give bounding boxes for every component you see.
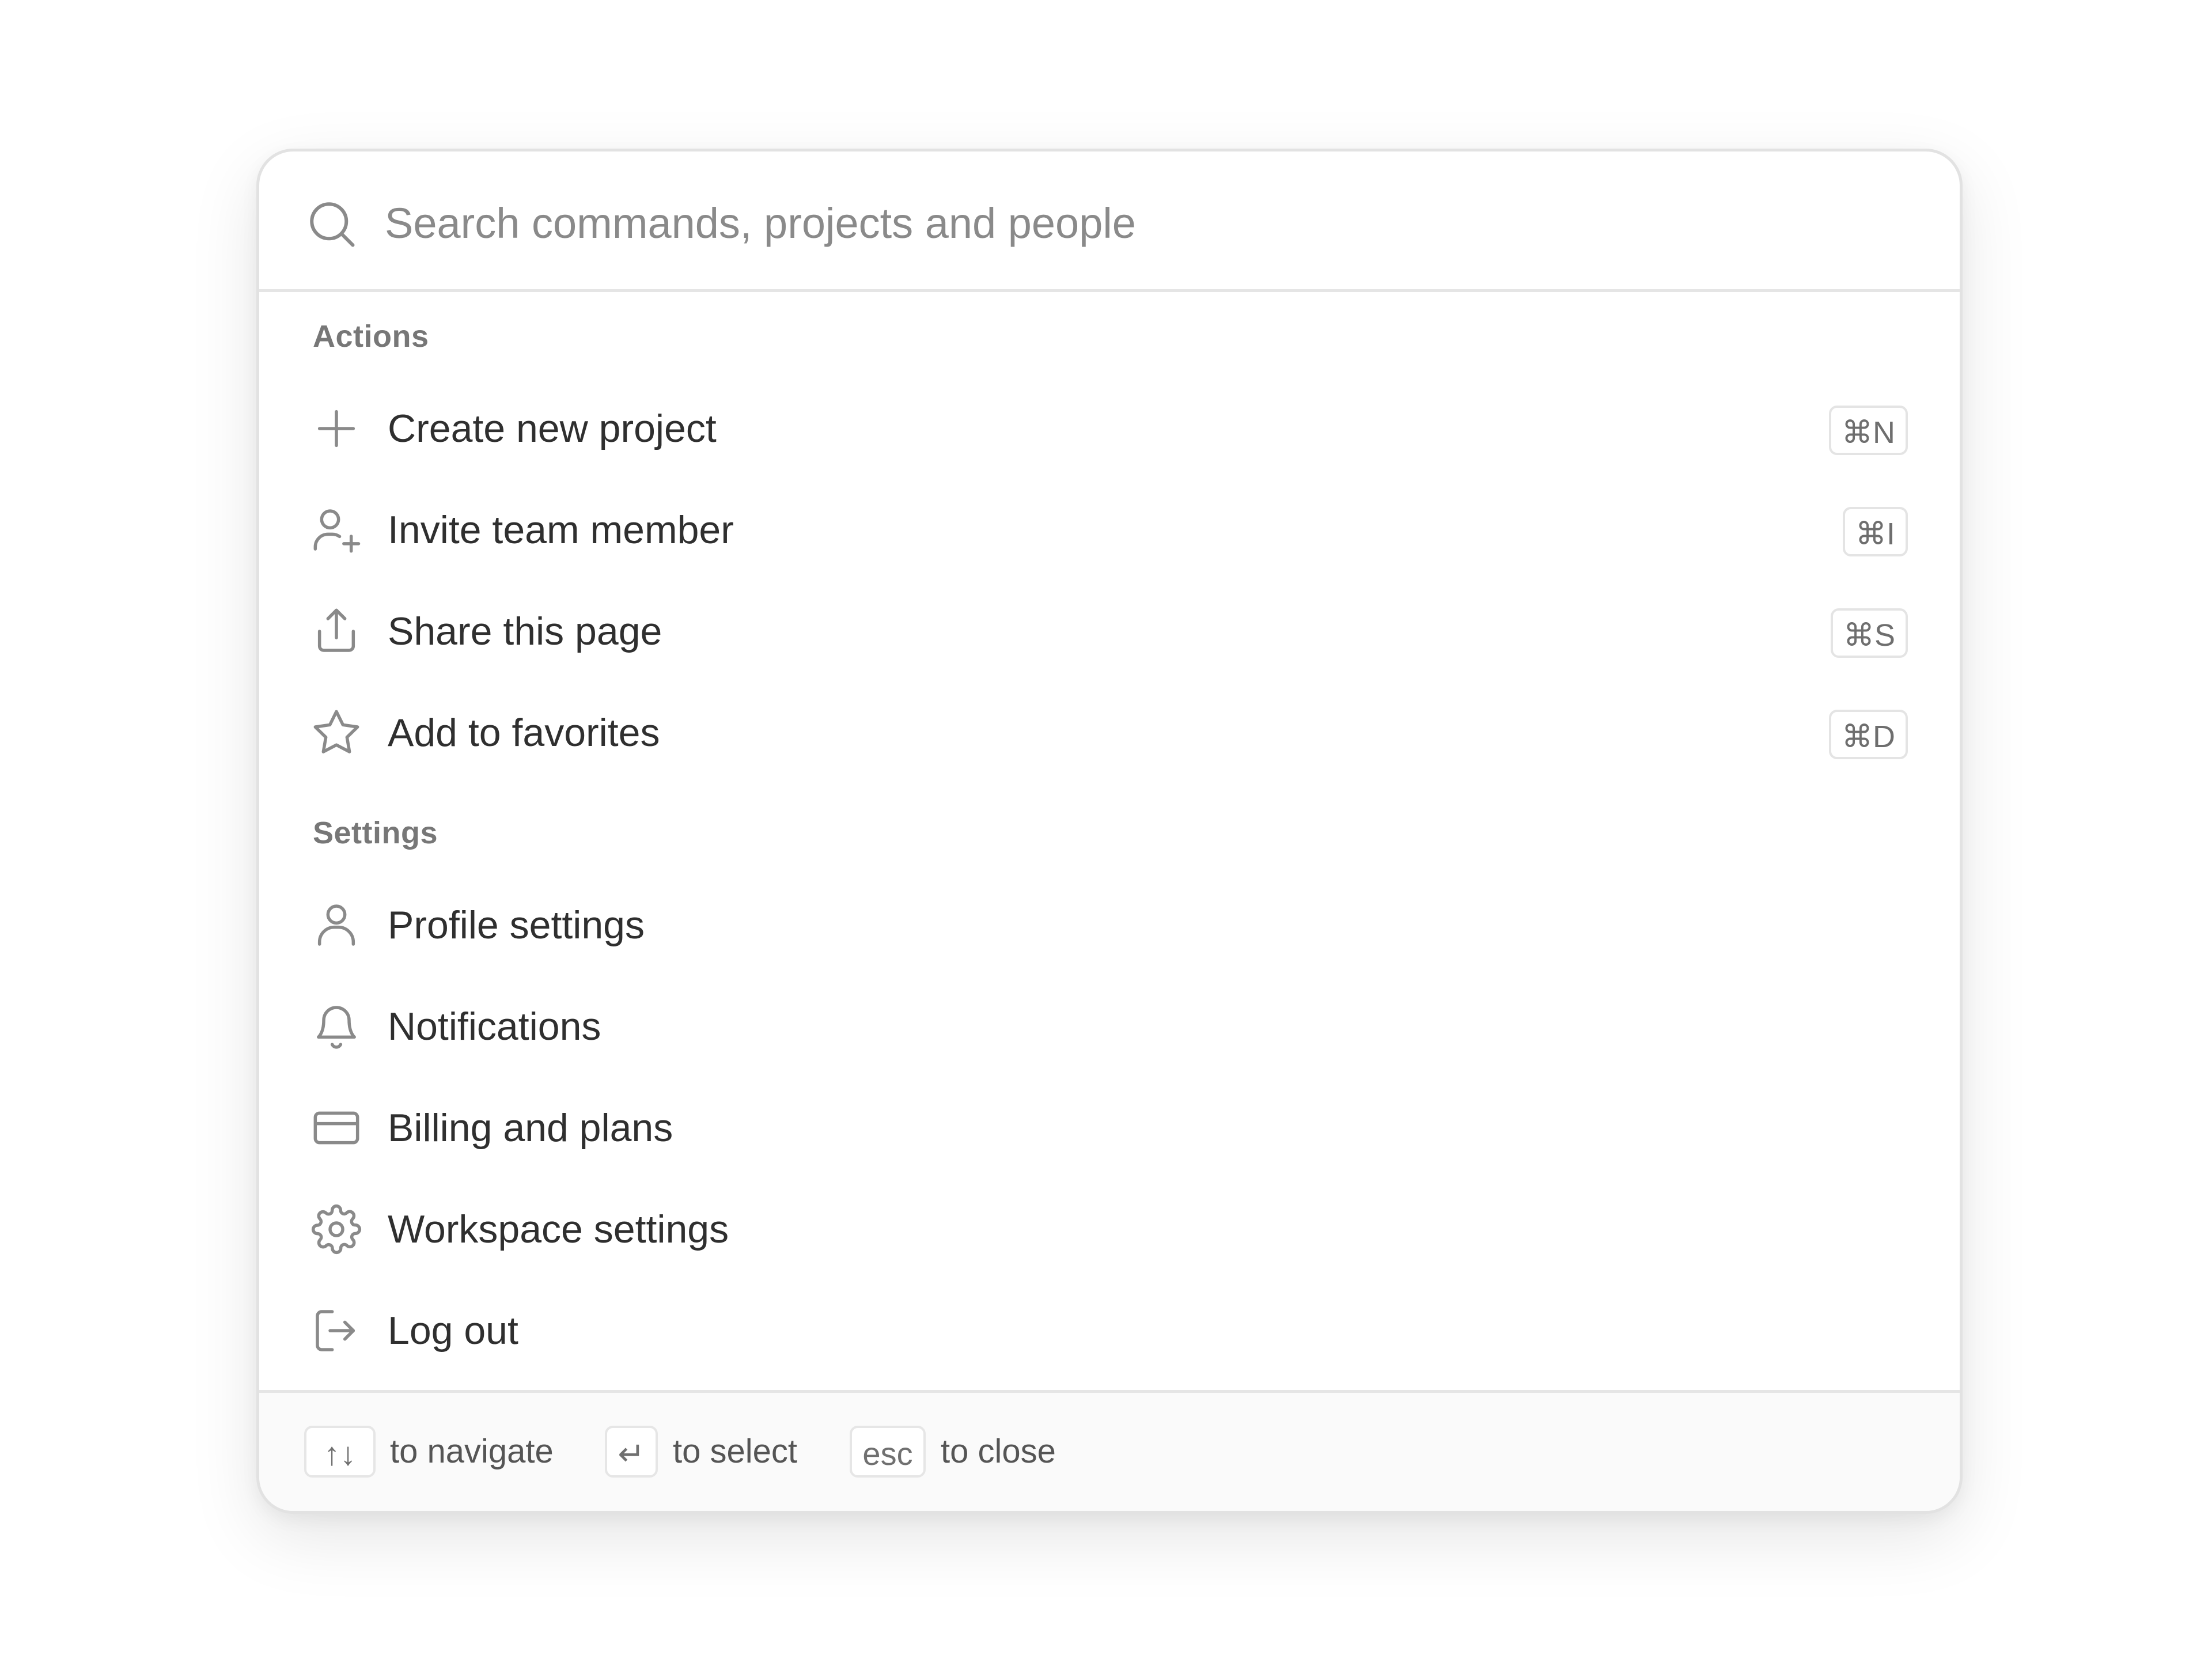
bell-icon — [311, 1001, 362, 1052]
command-item-create-project[interactable]: Create new project ⌘N — [282, 382, 1937, 475]
navigate-key-hint: ↑↓ — [304, 1426, 376, 1478]
enter-key-hint: ↵ — [605, 1426, 658, 1478]
star-icon — [311, 707, 362, 758]
esc-key-hint: esc — [850, 1426, 926, 1478]
plus-icon — [311, 403, 362, 454]
search-bar — [259, 151, 1960, 292]
command-item-profile-settings[interactable]: Profile settings — [282, 879, 1937, 971]
shortcut-badge: ⌘I — [1842, 507, 1908, 556]
palette-footer: ↑↓ to navigate ↵ to select esc to close — [259, 1390, 1960, 1511]
search-input[interactable] — [385, 188, 1825, 257]
navigate-hint-text: to navigate — [390, 1433, 554, 1470]
gear-icon — [311, 1204, 362, 1255]
section-label-settings: Settings — [313, 816, 438, 850]
command-item-label: Share this page — [388, 609, 662, 653]
user-icon — [311, 900, 362, 950]
user-plus-icon — [311, 505, 362, 555]
command-item-label: Workspace settings — [388, 1207, 729, 1251]
command-item-label: Add to favorites — [388, 711, 660, 755]
command-item-invite-member[interactable]: Invite team member ⌘I — [282, 484, 1937, 576]
command-item-label: Billing and plans — [388, 1106, 673, 1150]
logout-icon — [311, 1305, 362, 1356]
credit-card-icon — [311, 1103, 362, 1153]
command-item-label: Notifications — [388, 1005, 601, 1048]
command-item-log-out[interactable]: Log out — [282, 1285, 1937, 1377]
close-hint-text: to close — [941, 1433, 1056, 1470]
section-label-actions: Actions — [313, 319, 429, 354]
command-item-share-page[interactable]: Share this page ⌘S — [282, 585, 1937, 677]
select-hint-text: to select — [673, 1433, 797, 1470]
shortcut-badge: ⌘N — [1829, 406, 1908, 455]
command-palette: Actions Create new project ⌘N Invite tea… — [256, 149, 1963, 1514]
command-item-label: Invite team member — [388, 508, 734, 552]
share-icon — [311, 606, 362, 657]
search-icon — [305, 198, 357, 249]
command-item-add-favorites[interactable]: Add to favorites ⌘D — [282, 687, 1937, 779]
shortcut-badge: ⌘S — [1830, 608, 1908, 658]
command-item-workspace-settings[interactable]: Workspace settings — [282, 1183, 1937, 1275]
command-item-label: Profile settings — [388, 903, 645, 947]
shortcut-badge: ⌘D — [1829, 710, 1908, 759]
command-item-billing[interactable]: Billing and plans — [282, 1082, 1937, 1174]
command-item-notifications[interactable]: Notifications — [282, 980, 1937, 1073]
command-item-label: Log out — [388, 1309, 518, 1353]
command-item-label: Create new project — [388, 407, 717, 450]
